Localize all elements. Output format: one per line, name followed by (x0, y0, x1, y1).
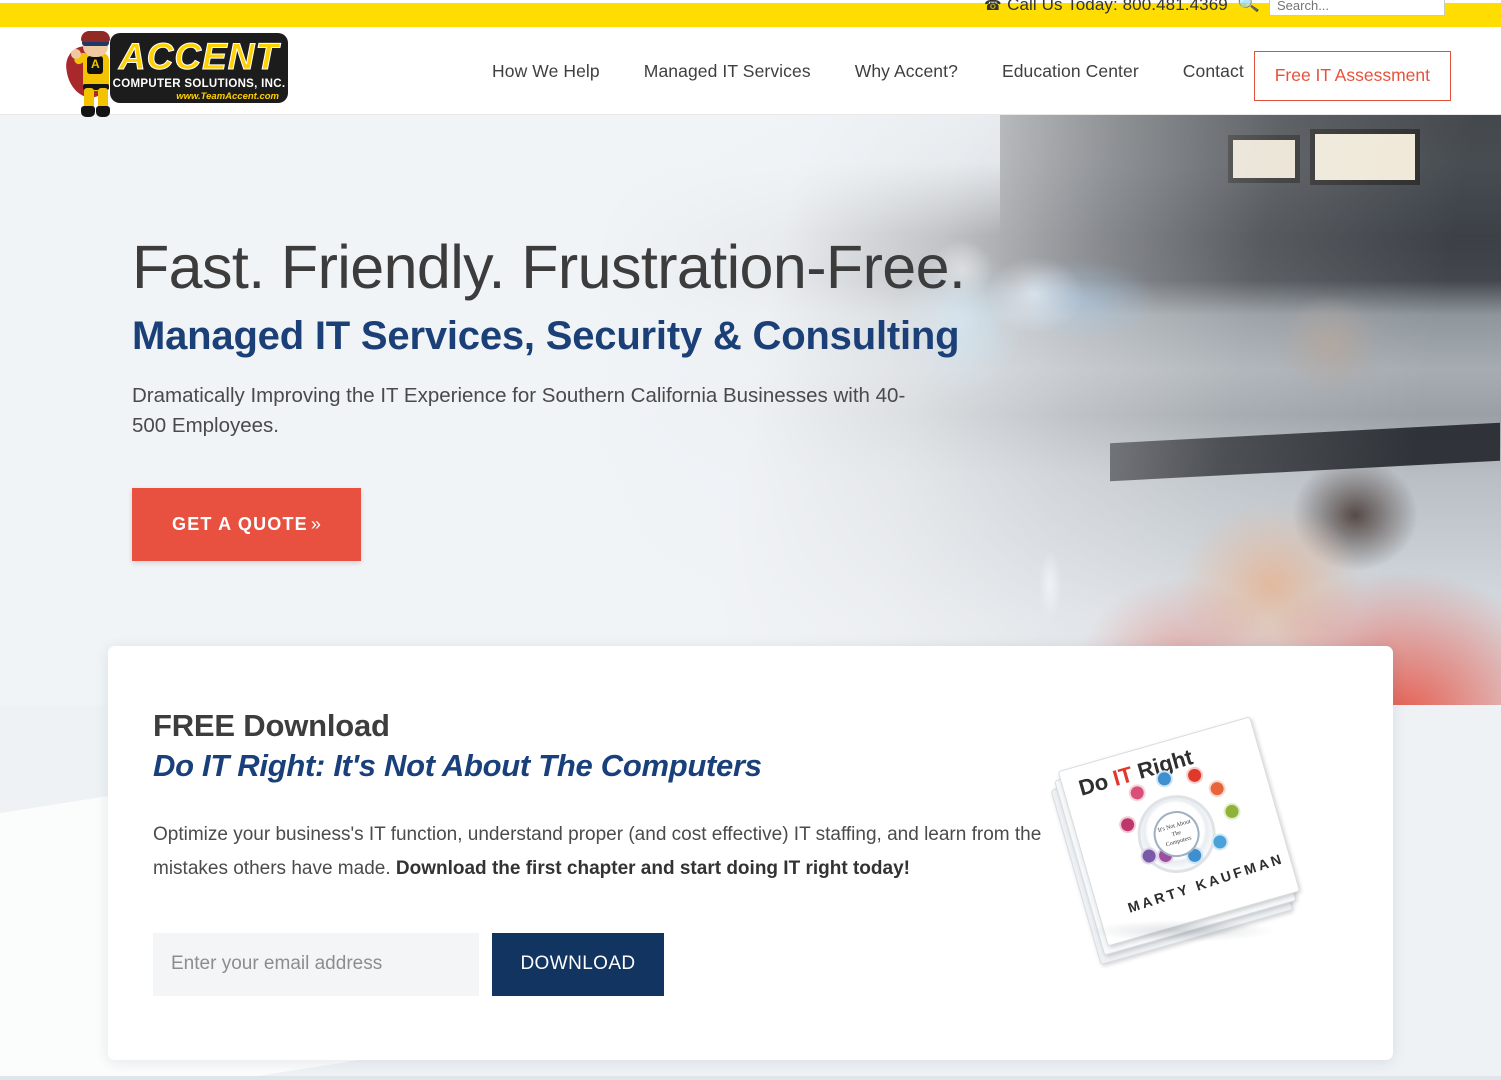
mascot-hair (81, 31, 110, 42)
call-us-link[interactable]: ☎ Call Us Today: 800.481.4369 (984, 0, 1228, 15)
logo-subtitle-text: COMPUTER SOLUTIONS, INC. (112, 78, 286, 90)
logo-url-text: www.TeamAccent.com (176, 91, 279, 102)
chevron-right-icon: » (310, 514, 321, 535)
free-download-card-text: FREE Download Do IT Right: It's Not Abou… (153, 708, 1083, 996)
nav-item-managed-it-services[interactable]: Managed IT Services (622, 61, 833, 82)
email-input[interactable] (153, 932, 479, 996)
book-cover-image: Do IT Right It's Not About The Computers… (1050, 716, 1337, 974)
free-download-kicker: FREE Download (153, 708, 390, 743)
book-node-5 (1221, 800, 1243, 822)
search-icon[interactable]: 🔍 (1237, 0, 1261, 16)
free-download-body-bold: Download the first chapter and start doi… (395, 857, 910, 879)
search-input[interactable] (1269, 0, 1445, 16)
logo-plate: ACCENT COMPUTER SOLUTIONS, INC. www.Team… (110, 33, 288, 103)
page-bottom-edge (0, 1076, 1501, 1080)
nav-item-contact[interactable]: Contact (1161, 61, 1266, 82)
site-logo[interactable]: A ACCENT COMPUTER SOLUTIONS, INC. www.Te… (55, 22, 290, 122)
hero-paragraph: Dramatically Improving the IT Experience… (132, 383, 906, 437)
phone-text: Call Us Today: 800.481.4369 (1007, 0, 1228, 14)
book-drop-shadow (1087, 920, 1277, 942)
phone-icon: ☎ (983, 0, 1002, 13)
logo-brand-text: ACCENT (118, 36, 280, 77)
free-it-assessment-button[interactable]: Free IT Assessment (1253, 51, 1451, 101)
utility-bar-content: ☎ Call Us Today: 800.481.4369 🔍 (984, 0, 1445, 16)
free-download-title: Do IT Right: It's Not About The Computer… (153, 747, 762, 783)
primary-navigation: How We Help Managed IT Services Why Acce… (470, 27, 1266, 115)
mascot-emblem-letter: A (91, 57, 100, 71)
nav-item-why-accent[interactable]: Why Accent? (833, 61, 980, 82)
hero-section: Fast. Friendly. Frustration-Free. Manage… (0, 115, 1501, 705)
free-download-form: DOWNLOAD (153, 932, 1083, 996)
free-download-card: FREE Download Do IT Right: It's Not Abou… (108, 646, 1393, 1060)
book-node-4 (1206, 778, 1228, 800)
nav-item-education-center[interactable]: Education Center (980, 61, 1161, 82)
nav-item-how-we-help[interactable]: How We Help (470, 61, 622, 82)
book-node-10 (1117, 814, 1139, 836)
get-a-quote-label: GET A QUOTE (172, 514, 308, 535)
hero-content: Fast. Friendly. Frustration-Free. Manage… (132, 233, 966, 562)
get-a-quote-button[interactable]: GET A QUOTE» (132, 488, 361, 562)
utility-top-bar: ☎ Call Us Today: 800.481.4369 🔍 (0, 0, 1501, 27)
hero-subheadline: Managed IT Services, Security & Consulti… (132, 313, 960, 358)
download-button[interactable]: DOWNLOAD (492, 932, 664, 996)
free-download-body: Optimize your business's IT function, un… (153, 818, 1043, 885)
mascot-fist (71, 49, 81, 59)
mascot-boot-right (96, 106, 110, 117)
hero-headline: Fast. Friendly. Frustration-Free. (132, 233, 966, 301)
site-header: A ACCENT COMPUTER SOLUTIONS, INC. www.Te… (0, 27, 1501, 117)
mascot-boot-left (81, 106, 95, 117)
